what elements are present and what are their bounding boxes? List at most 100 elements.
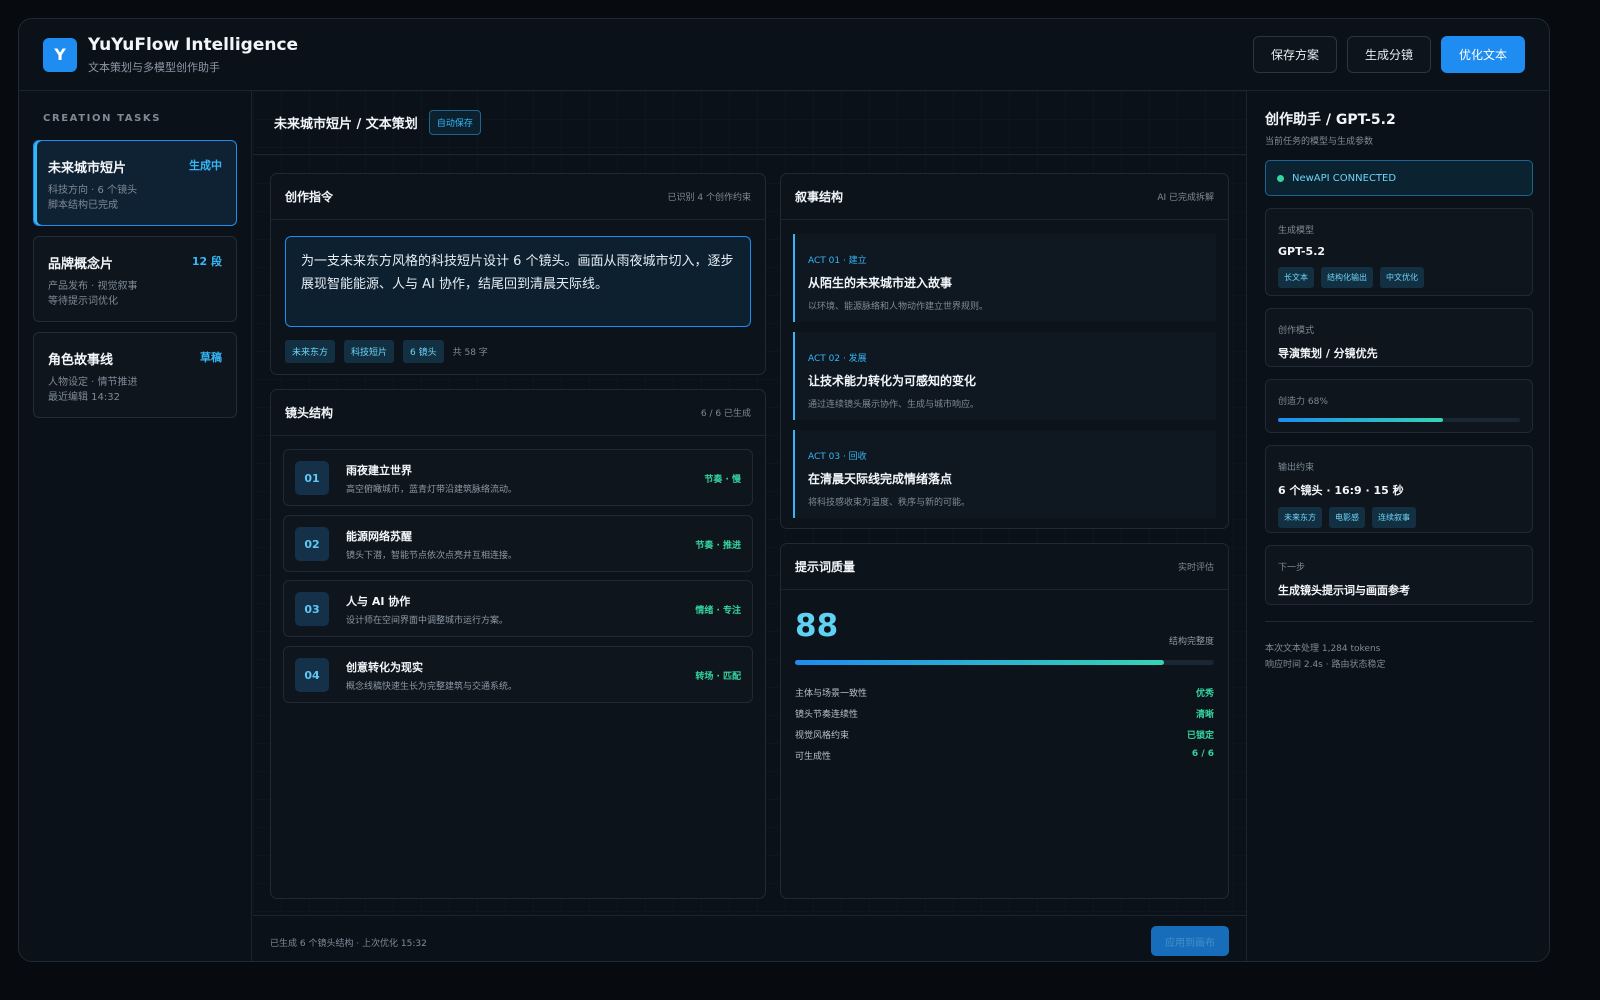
task-meta-line: 最近编辑 14:32 <box>48 392 120 403</box>
metric-row: 可生成性 6 / 6 <box>795 749 1214 762</box>
header-actions: 保存方案 生成分镜 优化文本 <box>1252 36 1525 73</box>
model-chip[interactable]: 结构化输出 <box>1321 267 1373 288</box>
shot-number: 04 <box>295 658 329 692</box>
task-meta-line: 等待提示词优化 <box>48 296 118 307</box>
task-card-character-story[interactable]: 角色故事线 草稿 人物设定 · 情节推进 最近编辑 14:32 <box>33 332 237 418</box>
act-title: 在清晨天际线完成情绪落点 <box>808 472 953 486</box>
shot-description: 镜头下潜，智能节点依次点亮并互相连接。 <box>346 551 518 561</box>
shot-row[interactable]: 03 人与 AI 协作 设计师在空间界面中调整城市运行方案。 情绪 · 专注 <box>283 580 753 637</box>
next-step-card[interactable]: 下一步 生成镜头提示词与画面参考 <box>1265 545 1533 605</box>
app-title: YuYuFlow Intelligence <box>88 34 299 55</box>
metric-value: 清晰 <box>1195 710 1214 720</box>
assistant-title: 创作助手 / GPT-5.2 <box>1265 112 1396 128</box>
save-plan-button[interactable]: 保存方案 <box>1252 36 1337 73</box>
workspace: 未来城市短片 / 文本策划 自动保存 创作指令 已识别 4 个创作约束 为一支未… <box>253 91 1246 961</box>
model-chip[interactable]: 长文本 <box>1278 267 1314 288</box>
prompt-quality-panel: 提示词质量 实时评估 88 结构完整度 主体与场景一致性 优秀 镜头节奏连续性 … <box>780 543 1229 899</box>
constraint-chip[interactable]: 6 镜头 <box>403 340 444 363</box>
creativity-slider[interactable] <box>1278 418 1520 422</box>
task-meta-line: 人物设定 · 情节推进 <box>48 377 138 388</box>
metric-value: 已锁定 <box>1186 731 1214 741</box>
task-meta-line: 产品发布 · 视觉叙事 <box>48 281 138 292</box>
connection-label: NewAPI CONNECTED <box>1292 172 1397 184</box>
task-meta: 人物设定 · 情节推进 最近编辑 14:32 <box>48 375 222 405</box>
panel-header: 叙事结构 AI 已完成拆解 <box>781 174 1228 220</box>
panel-aside: 6 / 6 已生成 <box>700 409 751 419</box>
act-description: 以环境、能源脉络和人物动作建立世界规则。 <box>808 302 989 312</box>
output-chip[interactable]: 电影感 <box>1329 507 1365 528</box>
task-meta-line: 科技方向 · 6 个镜头 <box>48 185 138 196</box>
output-chips: 未来东方 电影感 连续叙事 <box>1278 507 1520 528</box>
shot-number: 02 <box>295 527 329 561</box>
act-card[interactable]: ACT 01 · 建立 从陌生的未来城市进入故事 以环境、能源脉络和人物动作建立… <box>793 234 1216 322</box>
act-card[interactable]: ACT 02 · 发展 让技术能力转化为可感知的变化 通过连续镜头展示协作、生成… <box>793 332 1216 420</box>
panel-title: 提示词质量 <box>795 560 856 574</box>
sidebar-title: CREATION TASKS <box>43 113 162 124</box>
shot-title: 人与 AI 协作 <box>346 595 411 608</box>
metric-name: 主体与场景一致性 <box>795 689 868 699</box>
task-status: 生成中 <box>189 159 222 172</box>
task-card-future-city[interactable]: 未来城市短片 生成中 科技方向 · 6 个镜头 脚本结构已完成 <box>33 140 237 226</box>
act-description: 通过连续镜头展示协作、生成与城市响应。 <box>808 400 980 410</box>
output-chip[interactable]: 连续叙事 <box>1372 507 1416 528</box>
panel-aside: 实时评估 <box>1177 563 1214 573</box>
generate-storyboard-button[interactable]: 生成分镜 <box>1346 36 1431 73</box>
panel-title: 创作指令 <box>285 190 334 204</box>
char-count: 共 58 字 <box>452 348 488 358</box>
constraint-chip[interactable]: 未来东方 <box>285 340 336 363</box>
panel-header: 创作指令 已识别 4 个创作约束 <box>271 174 765 220</box>
act-label: ACT 03 · 回收 <box>808 452 867 462</box>
connection-status: NewAPI CONNECTED <box>1265 160 1533 196</box>
task-status: 草稿 <box>200 351 222 364</box>
panel-header: 镜头结构 6 / 6 已生成 <box>271 390 765 436</box>
metric-value: 优秀 <box>1195 689 1214 699</box>
shot-description: 设计师在空间界面中调整城市运行方案。 <box>346 616 509 626</box>
task-status: 12 段 <box>191 255 222 268</box>
output-constraints-card[interactable]: 输出约束 6 个镜头 · 16:9 · 15 秒 未来东方 电影感 连续叙事 <box>1265 445 1533 533</box>
act-label: ACT 02 · 发展 <box>808 354 867 364</box>
apply-to-canvas-button[interactable]: 应用到画布 <box>1151 926 1229 956</box>
act-card[interactable]: ACT 03 · 回收 在清晨天际线完成情绪落点 将科技感收束为温度、秩序与新的… <box>793 430 1216 518</box>
metric-row: 主体与场景一致性 优秀 <box>795 686 1214 699</box>
model-chip[interactable]: 中文优化 <box>1380 267 1424 288</box>
panel-title: 镜头结构 <box>285 406 334 420</box>
constraint-chips: 未来东方 科技短片 6 镜头 共 58 字 <box>285 340 488 363</box>
panel-title: 叙事结构 <box>795 190 844 204</box>
shot-row[interactable]: 01 雨夜建立世界 高空俯瞰城市，蓝青灯带沿建筑脉络流动。 节奏 · 慢 <box>283 449 753 506</box>
act-title: 让技术能力转化为可感知的变化 <box>808 374 977 388</box>
creativity-slider-fill <box>1278 418 1443 422</box>
mode-card[interactable]: 创作模式 导演策划 / 分镜优先 <box>1265 308 1533 367</box>
optimize-text-button[interactable]: 优化文本 <box>1440 36 1525 73</box>
next-step-value: 生成镜头提示词与画面参考 <box>1278 584 1410 597</box>
instruction-textarea[interactable]: 为一支未来东方风格的科技短片设计 6 个镜头。画面从雨夜城市切入，逐步展现智能能… <box>285 236 751 327</box>
constraint-chip[interactable]: 科技短片 <box>344 340 395 363</box>
shot-description: 概念线稿快速生长为完整建筑与交通系统。 <box>346 682 518 692</box>
model-card[interactable]: 生成模型 GPT-5.2 长文本 结构化输出 中文优化 <box>1265 208 1533 296</box>
task-meta: 科技方向 · 6 个镜头 脚本结构已完成 <box>48 183 222 213</box>
task-meta: 产品发布 · 视觉叙事 等待提示词优化 <box>48 279 222 309</box>
workspace-body: 创作指令 已识别 4 个创作约束 为一支未来东方风格的科技短片设计 6 个镜头。… <box>253 155 1246 915</box>
footer-status: 已生成 6 个镜头结构 · 上次优化 15:32 <box>270 939 427 949</box>
creativity-card[interactable]: 创造力 68% <box>1265 379 1533 433</box>
shot-row[interactable]: 02 能源网络苏醒 镜头下潜，智能节点依次点亮并互相连接。 节奏 · 推进 <box>283 515 753 572</box>
panel-header: 提示词质量 实时评估 <box>781 544 1228 590</box>
shot-structure-panel: 镜头结构 6 / 6 已生成 01 雨夜建立世界 高空俯瞰城市，蓝青灯带沿建筑脉… <box>270 389 766 899</box>
task-sidebar: CREATION TASKS 未来城市短片 生成中 科技方向 · 6 个镜头 脚… <box>19 91 252 961</box>
act-title: 从陌生的未来城市进入故事 <box>808 276 953 290</box>
score-progress-fill <box>795 660 1164 665</box>
shot-title: 雨夜建立世界 <box>346 464 412 477</box>
workspace-header: 未来城市短片 / 文本策划 自动保存 <box>253 91 1246 155</box>
task-card-brand-concept[interactable]: 品牌概念片 12 段 产品发布 · 视觉叙事 等待提示词优化 <box>33 236 237 322</box>
shot-row[interactable]: 04 创意转化为现实 概念线稿快速生长为完整建筑与交通系统。 转场 · 匹配 <box>283 646 753 703</box>
app-header: Y YuYuFlow Intelligence 文本策划与多模型创作助手 保存方… <box>19 19 1549 91</box>
shot-tag: 节奏 · 慢 <box>704 475 741 485</box>
page-title: 未来城市短片 / 文本策划 <box>274 117 418 132</box>
shot-number: 03 <box>295 592 329 626</box>
act-description: 将科技感收束为温度、秩序与新的可能。 <box>808 498 971 508</box>
shot-title: 创意转化为现实 <box>346 661 423 674</box>
metric-name: 可生成性 <box>795 752 832 762</box>
act-label: ACT 01 · 建立 <box>808 256 867 266</box>
status-dot-icon <box>1277 174 1284 182</box>
creativity-label: 创造力 68% <box>1278 397 1328 407</box>
output-chip[interactable]: 未来东方 <box>1278 507 1322 528</box>
